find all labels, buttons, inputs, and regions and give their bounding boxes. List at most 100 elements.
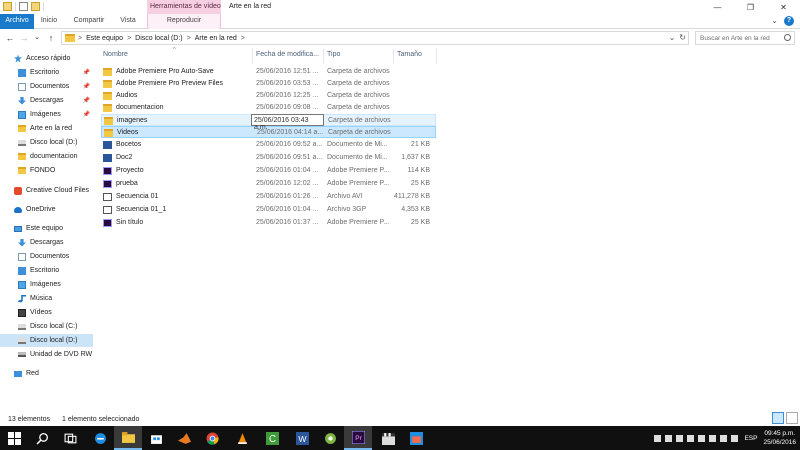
taskbar-snipping[interactable] (316, 426, 344, 450)
nav-item-onedrive[interactable]: OneDrive (0, 203, 93, 216)
table-row[interactable]: documentacion 25/06/2016 09:08 ... Carpeta… (101, 102, 436, 114)
column-header-type[interactable]: Tipo (327, 51, 340, 58)
nav-item-fondo[interactable]: FONDO (0, 164, 93, 177)
expand-ribbon-button[interactable]: ⌄ (771, 16, 778, 26)
refresh-button[interactable]: ↻ (679, 33, 686, 42)
nav-item-label: Arte en la red (30, 125, 73, 132)
maximize-button[interactable]: ❐ (734, 0, 767, 14)
taskbar-camtasia[interactable]: C (258, 426, 286, 450)
view-switcher (772, 412, 798, 424)
nav-item-documentos[interactable]: Documentos 📌 (0, 80, 93, 93)
table-row[interactable]: Videos 25/06/2016 04:14 a... Carpeta de ar… (101, 126, 436, 138)
nav-item-unidad-dvd[interactable]: Unidad de DVD RW (0, 348, 93, 361)
taskbar-search-button[interactable] (28, 426, 56, 450)
address-bar[interactable]: > Este equipo > Disco local (D:) > Arte … (61, 31, 689, 45)
volume-icon[interactable] (709, 434, 717, 442)
nav-item-escritorio[interactable]: Escritorio 📌 (0, 66, 93, 79)
start-button[interactable] (0, 426, 28, 450)
nav-item-este-equipo[interactable]: Este equipo (0, 222, 93, 235)
taskbar-store[interactable] (142, 426, 170, 450)
nav-item-documentacion[interactable]: documentacion (0, 150, 93, 163)
breadcrumb-separator[interactable]: > (127, 35, 131, 42)
file-type: Documento de Mi... (327, 154, 388, 161)
nav-item-acceso-rapido[interactable]: Acceso rápido (0, 52, 93, 65)
column-header-date[interactable]: Fecha de modifica... (256, 51, 319, 58)
task-view-button[interactable] (56, 426, 84, 450)
network-icon[interactable] (720, 434, 728, 442)
tab-reproducir[interactable]: Reproducir (147, 14, 221, 29)
taskbar-file-explorer[interactable] (114, 426, 142, 450)
taskbar-word[interactable]: W (288, 426, 316, 450)
breadcrumb-arte-en-la-red[interactable]: Arte en la red (195, 35, 237, 42)
notification-icon[interactable] (731, 434, 739, 442)
table-row[interactable]: Secuencia 01_1 25/06/2016 01:04 ... Archiv… (101, 204, 436, 216)
table-row[interactable]: Bocetos 25/06/2016 09:52 a... Documento de… (101, 139, 436, 151)
table-row[interactable]: Adobe Premiere Pro Auto-Save 25/06/2016 1… (101, 66, 436, 78)
table-row[interactable]: Doc2 25/06/2016 09:51 a... Documento de Mi… (101, 152, 436, 164)
tab-archivo[interactable]: Archivo (0, 14, 34, 29)
nav-item-disco-local-d[interactable]: Disco local (D:) (0, 136, 93, 149)
nav-item-videos[interactable]: Vídeos (0, 306, 93, 319)
table-row[interactable]: Audios 25/06/2016 12:25 ... Carpeta de arc… (101, 90, 436, 102)
column-divider[interactable] (323, 49, 324, 63)
table-row[interactable]: Secuencia 01 25/06/2016 01:26 ... Archivo … (101, 191, 436, 203)
show-hidden-icons-icon[interactable] (654, 434, 662, 442)
taskbar-vlc[interactable] (228, 426, 256, 450)
nav-item-escritorio-pc[interactable]: Escritorio (0, 264, 93, 277)
photos-icon (409, 431, 423, 445)
nav-item-disco-local-c[interactable]: Disco local (C:) (0, 320, 93, 333)
taskbar-premiere[interactable]: Pr (344, 426, 372, 450)
breadcrumb-separator[interactable]: > (241, 35, 245, 42)
recent-locations-button[interactable]: ⌄ (31, 31, 43, 45)
user-icon[interactable] (665, 434, 673, 442)
column-divider[interactable] (252, 49, 253, 63)
table-row[interactable]: Adobe Premiere Pro Preview Files 25/06/20… (101, 78, 436, 90)
tab-inicio[interactable]: Inicio (34, 14, 64, 29)
new-folder-icon[interactable] (31, 2, 40, 11)
up-button[interactable]: ↑ (45, 31, 57, 45)
nav-item-creative-cloud-files[interactable]: Creative Cloud Files (0, 184, 93, 197)
help-icon[interactable]: ? (784, 16, 794, 26)
large-icons-view-button[interactable] (786, 412, 798, 424)
column-divider[interactable] (393, 49, 394, 63)
battery-icon[interactable] (698, 434, 706, 442)
close-button[interactable]: ✕ (767, 0, 800, 14)
language-indicator[interactable]: ESP (744, 435, 757, 442)
breadcrumb-este-equipo[interactable]: Este equipo (86, 35, 123, 42)
nav-item-arte-en-la-red[interactable]: Arte en la red (0, 122, 93, 135)
search-input[interactable]: Buscar en Arte en la red (695, 31, 795, 45)
table-row[interactable]: prueba 25/06/2016 12:02 ... Adobe Premiere… (101, 178, 436, 190)
breadcrumb-separator[interactable]: > (187, 35, 191, 42)
keyboard-icon[interactable] (676, 434, 684, 442)
address-dropdown-button[interactable]: ⌄ (669, 33, 676, 42)
taskbar-edge[interactable] (86, 426, 114, 450)
nav-item-descargas[interactable]: Descargas 📌 (0, 94, 93, 107)
taskbar-matlab[interactable] (170, 426, 198, 450)
column-header-size[interactable]: Tamaño (397, 51, 422, 58)
column-divider[interactable] (436, 49, 437, 63)
nav-item-musica[interactable]: Música (0, 292, 93, 305)
nav-item-imagenes[interactable]: Imágenes 📌 (0, 108, 93, 121)
nav-item-red[interactable]: Red (0, 367, 93, 380)
clock[interactable]: 09:45 p.m. 25/06/2016 (763, 429, 796, 447)
nav-item-descargas-pc[interactable]: Descargas (0, 236, 93, 249)
cloud-icon[interactable] (687, 434, 695, 442)
tab-compartir[interactable]: Compartir (66, 14, 112, 29)
nav-item-imagenes-pc[interactable]: Imágenes (0, 278, 93, 291)
tab-vista[interactable]: Vista (112, 14, 144, 29)
folder-icon (104, 129, 113, 137)
table-row[interactable]: Proyecto 25/06/2016 01:04 ... Adobe Premie… (101, 165, 436, 177)
back-button[interactable]: ← (4, 31, 16, 45)
nav-item-disco-local-d-pc[interactable]: Disco local (D:) (0, 334, 93, 347)
column-header-name[interactable]: Nombre (103, 51, 128, 58)
table-row[interactable]: Sin título 25/06/2016 01:37 ... Adobe Prem… (101, 217, 436, 229)
taskbar-photos[interactable] (402, 426, 430, 450)
minimize-button[interactable]: — (701, 0, 734, 14)
properties-icon[interactable] (19, 2, 28, 11)
forward-button[interactable]: → (18, 31, 30, 45)
details-view-button[interactable] (772, 412, 784, 424)
breadcrumb-disco-local-d[interactable]: Disco local (D:) (135, 35, 182, 42)
taskbar-chrome[interactable] (198, 426, 226, 450)
nav-item-documentos-pc[interactable]: Documentos (0, 250, 93, 263)
taskbar-clapper[interactable] (374, 426, 402, 450)
